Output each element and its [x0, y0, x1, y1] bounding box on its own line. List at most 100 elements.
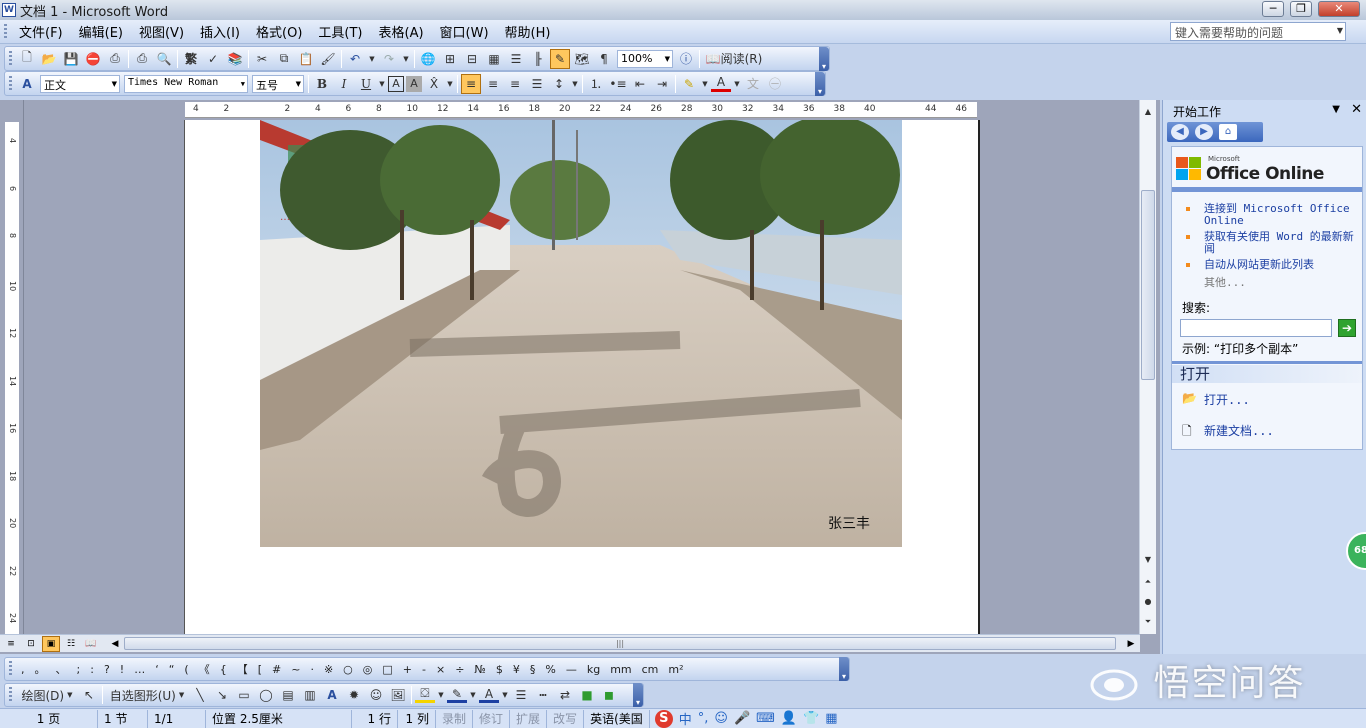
line-style-icon[interactable]: ☰: [511, 685, 531, 705]
paste-icon[interactable]: 📋: [296, 49, 316, 69]
microphone-icon[interactable]: 🎤: [734, 711, 750, 726]
menu-insert[interactable]: 插入(I): [192, 22, 248, 41]
phonetic-guide-icon[interactable]: 文: [743, 74, 763, 94]
underline-dropdown-icon[interactable]: ▼: [378, 74, 386, 94]
vertical-scrollbar[interactable]: ▲ ▼ ⏶ ● ⏷: [1139, 100, 1156, 634]
save-icon[interactable]: 💾: [61, 49, 81, 69]
restore-button[interactable]: ❐: [1290, 1, 1312, 17]
menu-edit[interactable]: 编辑(E): [71, 22, 131, 41]
permission-icon[interactable]: ⛔: [83, 49, 103, 69]
open-file-link[interactable]: 打开...: [1204, 391, 1250, 408]
vertical-text-box-icon[interactable]: ▥: [300, 685, 320, 705]
close-icon[interactable]: ✕: [1351, 102, 1362, 117]
format-painter-icon[interactable]: 🖌: [318, 49, 338, 69]
insert-excel-icon[interactable]: ▦: [484, 49, 504, 69]
minimize-button[interactable]: ─: [1262, 1, 1284, 17]
numbering-icon[interactable]: ⒈: [586, 74, 606, 94]
font-color-icon[interactable]: A: [711, 75, 731, 92]
scroll-down-icon[interactable]: ▼: [1140, 552, 1156, 568]
toolbar-options-icon[interactable]: ▾: [815, 71, 825, 96]
status-overtype[interactable]: 改写: [547, 709, 585, 728]
show-hide-icon[interactable]: ¶: [594, 49, 614, 69]
chevron-down-icon[interactable]: ▼: [296, 80, 301, 88]
symbol-button[interactable]: …: [129, 663, 150, 676]
document-map-icon[interactable]: 🗺: [572, 49, 592, 69]
help-icon[interactable]: ⓘ: [676, 49, 696, 69]
symbol-button[interactable]: 。: [30, 661, 51, 677]
zoom-select[interactable]: 100% ▼: [617, 49, 673, 68]
drawing-icon[interactable]: ╟: [528, 49, 548, 69]
new-document-icon[interactable]: 🗋: [17, 49, 37, 69]
highlight-icon[interactable]: ✎: [679, 74, 699, 94]
symbol-button[interactable]: 【: [232, 661, 253, 677]
oval-icon[interactable]: ◯: [256, 685, 276, 705]
undo-dropdown-icon[interactable]: ▼: [367, 49, 377, 69]
vertical-ruler[interactable]: 4 6 8 10 12 14 16 18 20 22 24: [0, 100, 24, 634]
select-objects-icon[interactable]: ↖: [79, 685, 99, 705]
line-icon[interactable]: ╲: [190, 685, 210, 705]
symbol-button[interactable]: !: [115, 663, 129, 676]
redo-dropdown-icon[interactable]: ▼: [401, 49, 411, 69]
increase-indent-icon[interactable]: ⇥: [652, 74, 672, 94]
hyperlink-icon[interactable]: 🌐: [418, 49, 438, 69]
rectangle-icon[interactable]: ▭: [234, 685, 254, 705]
text-box-icon[interactable]: ▤: [278, 685, 298, 705]
symbol-button[interactable]: [: [253, 663, 267, 676]
symbol-button[interactable]: ○: [338, 663, 358, 676]
align-justify-active-icon[interactable]: ≡: [461, 73, 481, 94]
symbol-button[interactable]: :: [85, 663, 99, 676]
symbol-button[interactable]: ◎: [358, 663, 378, 676]
fill-color-icon[interactable]: ⛋: [415, 686, 435, 703]
link-more[interactable]: 其他...: [1204, 277, 1362, 289]
spelling-icon[interactable]: ✓: [203, 49, 223, 69]
select-browse-object-icon[interactable]: ●: [1140, 594, 1156, 610]
print-layout-icon[interactable]: ▣: [42, 635, 60, 652]
menu-format[interactable]: 格式(O): [248, 22, 310, 41]
diagram-icon[interactable]: ✹: [344, 685, 364, 705]
traditional-chinese-icon[interactable]: 繁: [181, 49, 201, 69]
link-latest-news[interactable]: 获取有关使用 Word 的最新新闻: [1204, 231, 1362, 255]
bullets-icon[interactable]: •≡: [608, 74, 628, 94]
font-color-dropdown-icon[interactable]: ▼: [501, 685, 509, 705]
distributed-icon[interactable]: ☰: [527, 74, 547, 94]
horizontal-scroll-thumb[interactable]: |||: [124, 637, 1116, 650]
highlight-dropdown-icon[interactable]: ▼: [701, 74, 709, 94]
symbol-button[interactable]: §: [525, 663, 541, 676]
symbol-button[interactable]: m²: [663, 663, 688, 676]
emoji-icon[interactable]: ☺: [714, 711, 728, 726]
symbol-button[interactable]: ?: [99, 663, 115, 676]
cut-icon[interactable]: ✂: [252, 49, 272, 69]
columns-icon[interactable]: ☰: [506, 49, 526, 69]
font-color-dropdown-icon[interactable]: ▼: [733, 74, 741, 94]
scroll-right-icon[interactable]: ▶: [1122, 636, 1140, 652]
menu-file[interactable]: 文件(F): [11, 22, 71, 41]
symbol-button[interactable]: kg: [582, 663, 605, 676]
decrease-indent-icon[interactable]: ⇤: [630, 74, 650, 94]
enclose-characters-icon[interactable]: ㊀: [765, 74, 785, 94]
reading-layout-icon[interactable]: 📖: [82, 636, 100, 652]
draw-menu-button[interactable]: 绘图(D) ▼: [17, 685, 77, 705]
toolbar-options-icon[interactable]: ▾: [633, 683, 643, 707]
next-page-icon[interactable]: ⏷: [1140, 614, 1156, 630]
punctuation-icon[interactable]: °,: [698, 711, 709, 726]
menu-view[interactable]: 视图(V): [131, 22, 192, 41]
back-icon[interactable]: ◀: [1171, 124, 1189, 140]
help-search-box[interactable]: 键入需要帮助的问题 ▼: [1170, 22, 1346, 41]
3d-style-icon[interactable]: ◼: [599, 685, 619, 705]
undo-icon[interactable]: ↶: [345, 49, 365, 69]
symbol-button[interactable]: (: [179, 663, 193, 676]
redo-icon[interactable]: ↷: [379, 49, 399, 69]
insert-picture-icon[interactable]: 🖼: [388, 685, 408, 705]
print-icon[interactable]: ⎙: [105, 49, 125, 69]
user-icon[interactable]: 👤: [781, 711, 797, 726]
menu-window[interactable]: 窗口(W): [432, 22, 497, 41]
symbol-button[interactable]: mm: [605, 663, 636, 676]
autoshapes-button[interactable]: 自选图形(U) ▼: [106, 685, 188, 705]
outline-view-icon[interactable]: ☷: [62, 636, 80, 652]
vertical-scroll-thumb[interactable]: [1141, 190, 1155, 380]
chevron-down-icon[interactable]: ▼: [1332, 104, 1340, 115]
font-size-select[interactable]: 五号 ▼: [252, 74, 304, 93]
research-icon[interactable]: 📚: [225, 49, 245, 69]
read-button[interactable]: 📖 阅读(R): [703, 49, 765, 69]
line-color-dropdown-icon[interactable]: ▼: [469, 685, 477, 705]
